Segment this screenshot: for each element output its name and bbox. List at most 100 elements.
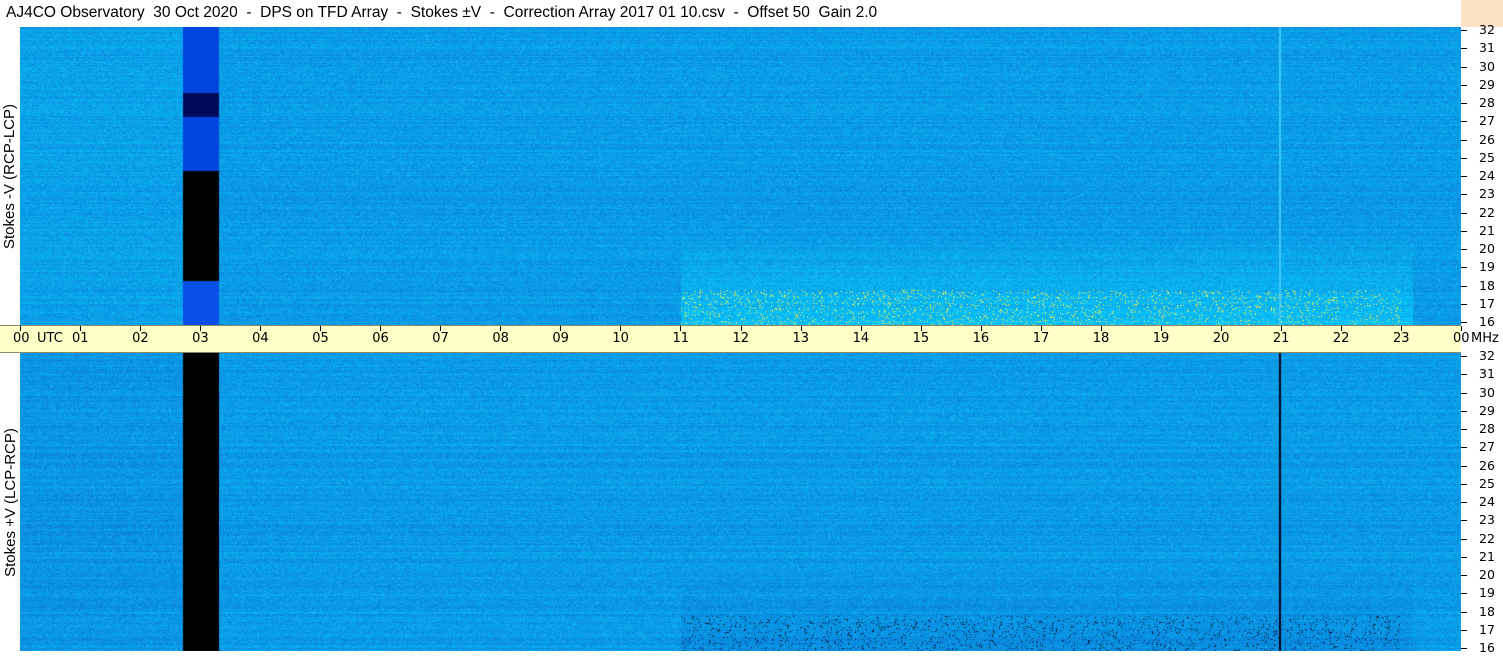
time-tick (560, 326, 562, 331)
top-y-axis-label-text: Stokes -V (RCP-LCP) (1, 103, 19, 249)
frequency-label-21: 21 (1479, 548, 1495, 564)
top-spectrogram (20, 27, 1461, 325)
time-tick (380, 326, 382, 331)
time-tick (1280, 326, 1282, 331)
time-label-22: 22 (1332, 331, 1350, 346)
frequency-tick (1461, 194, 1467, 196)
frequency-label-26: 26 (1479, 457, 1495, 473)
frequency-tick (1461, 230, 1467, 232)
time-tick (1400, 326, 1402, 331)
time-label-15: 15 (912, 331, 930, 346)
time-label-00-end: 00 (1453, 331, 1470, 346)
time-tick (500, 326, 502, 331)
chart-title: AJ4CO Observatory 30 Oct 2020 - DPS on T… (6, 4, 878, 21)
frequency-tick (1461, 139, 1467, 141)
time-label-16: 16 (972, 331, 990, 346)
time-label-08: 08 (492, 331, 509, 346)
time-tick (740, 326, 742, 331)
frequency-label-24: 24 (1479, 494, 1495, 509)
frequency-label-26: 26 (1479, 131, 1495, 147)
frequency-tick (1461, 103, 1467, 104)
time-label-10: 10 (612, 331, 629, 346)
frequency-label-32: 32 (1479, 22, 1495, 37)
frequency-tick (1461, 392, 1467, 394)
frequency-tick (1461, 575, 1467, 576)
time-tick (800, 326, 802, 331)
frequency-tick (1461, 121, 1467, 123)
time-tick (440, 326, 442, 331)
time-axis: 00 UTC 01 02 03 04 05 06 07 08 09 10 11 12 13 14 15 16 17 1… (0, 325, 1499, 353)
bottom-y-axis-label-text: Stokes +V (LCP-RCP) (1, 427, 19, 577)
frequency-label-30: 30 (1479, 58, 1495, 74)
time-tick (1160, 326, 1162, 331)
frequency-tick (1461, 30, 1467, 31)
frequency-tick (1461, 374, 1467, 376)
frequency-label-17: 17 (1479, 295, 1495, 311)
time-label-21: 21 (1272, 331, 1290, 346)
time-label-01: 01 (72, 331, 89, 346)
frequency-label-23: 23 (1479, 186, 1495, 202)
time-tick (980, 326, 982, 331)
frequency-label-29: 29 (1479, 402, 1495, 418)
time-label-14: 14 (852, 331, 870, 346)
frequency-unit-label: MHz (1471, 331, 1499, 346)
frequency-tick (1461, 285, 1467, 287)
frequency-tick (1461, 502, 1467, 503)
frequency-tick (1461, 429, 1467, 430)
time-tick (680, 326, 682, 331)
time-label-05: 05 (312, 331, 329, 346)
bottom-spectrogram (20, 353, 1461, 651)
top-frequency-axis: 16 17 18 19 20 21 22 23 24 25 26 27 28 29 30 31 32 (1461, 23, 1503, 329)
frequency-tick (1461, 249, 1467, 250)
frequency-tick (1461, 410, 1467, 412)
time-label-03: 03 (192, 331, 209, 346)
frequency-label-25: 25 (1479, 149, 1495, 165)
frequency-tick (1461, 611, 1467, 613)
time-label-23: 23 (1392, 331, 1410, 346)
time-tick (200, 326, 202, 331)
time-tick (1040, 326, 1042, 331)
frequency-label-32: 32 (1479, 348, 1495, 363)
time-tick (1220, 326, 1222, 331)
time-label-06: 06 (372, 331, 389, 346)
frequency-tick (1461, 538, 1467, 540)
bottom-y-axis-label: Stokes +V (LCP-RCP) (0, 353, 20, 651)
frequency-tick (1461, 483, 1467, 485)
frequency-tick (1461, 520, 1467, 522)
time-label-00: 00 (13, 331, 30, 346)
time-tick (80, 326, 82, 331)
frequency-label-22: 22 (1479, 204, 1495, 220)
frequency-tick (1461, 212, 1467, 214)
frequency-label-31: 31 (1479, 40, 1495, 56)
time-label-17: 17 (1032, 331, 1050, 346)
time-label-13: 13 (792, 331, 810, 346)
frequency-label-29: 29 (1479, 76, 1495, 92)
time-tick (320, 326, 322, 331)
top-y-axis-label: Stokes -V (RCP-LCP) (0, 27, 20, 325)
time-label-20: 20 (1212, 331, 1230, 346)
frequency-tick (1461, 267, 1467, 269)
time-label-utc: UTC (37, 331, 63, 346)
frequency-tick (1461, 48, 1467, 50)
frequency-label-24: 24 (1479, 168, 1495, 183)
frequency-tick (1461, 176, 1467, 177)
frequency-tick (1461, 356, 1467, 357)
frequency-tick (1461, 629, 1467, 631)
time-tick (1340, 326, 1342, 331)
frequency-label-17: 17 (1479, 621, 1495, 637)
bottom-frequency-axis: 16 17 18 19 20 21 22 23 24 25 26 27 28 29 30 31 32 (1461, 349, 1503, 655)
time-tick (1461, 326, 1462, 331)
time-tick (260, 326, 262, 331)
time-label-02: 02 (132, 331, 149, 346)
frequency-tick (1461, 465, 1467, 467)
time-tick (20, 326, 21, 331)
time-label-11: 11 (672, 331, 689, 346)
frequency-label-27: 27 (1479, 439, 1495, 455)
frequency-label-20: 20 (1479, 241, 1495, 256)
frequency-label-27: 27 (1479, 113, 1495, 129)
top-spectrogram-canvas (20, 27, 1461, 325)
time-label-09: 09 (552, 331, 569, 346)
frequency-label-30: 30 (1479, 384, 1495, 400)
frequency-tick (1461, 556, 1467, 558)
frequency-label-19: 19 (1479, 259, 1495, 275)
